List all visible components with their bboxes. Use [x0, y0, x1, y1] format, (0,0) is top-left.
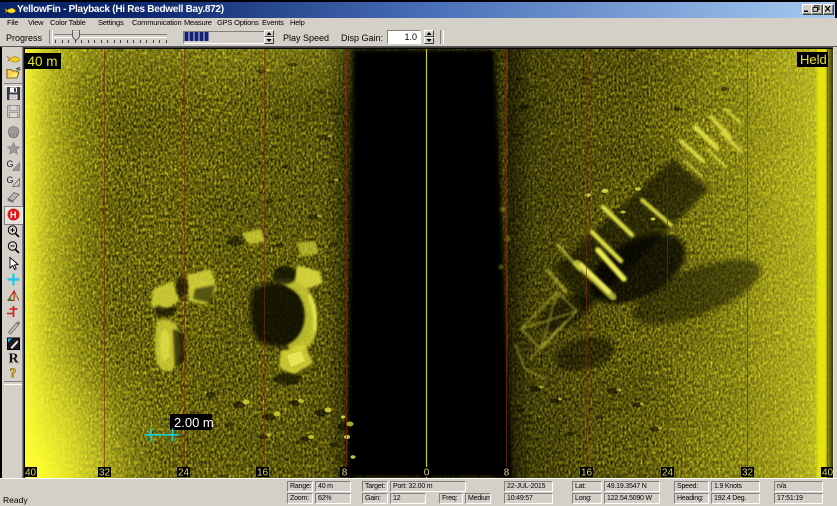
svg-text:0: 0 — [424, 468, 430, 479]
svg-text:G: G — [7, 159, 14, 169]
svg-text:40 m: 40 m — [28, 54, 58, 69]
svg-text:2.00 m: 2.00 m — [174, 415, 214, 430]
svg-text:Held: Held — [800, 52, 827, 67]
svg-text:16: 16 — [581, 468, 593, 479]
svg-text:8: 8 — [342, 468, 348, 479]
svg-text:G: G — [7, 175, 14, 185]
svg-text:16: 16 — [257, 468, 269, 479]
svg-text:32: 32 — [99, 468, 111, 479]
svg-text:40: 40 — [25, 468, 36, 479]
svg-text:?: ? — [10, 367, 17, 381]
svg-text:H: H — [10, 210, 17, 220]
svg-text:24: 24 — [662, 468, 674, 479]
svg-text:R: R — [9, 351, 20, 365]
svg-text:32: 32 — [742, 468, 754, 479]
svg-text:24: 24 — [178, 468, 190, 479]
svg-text:40: 40 — [822, 468, 833, 479]
svg-text:8: 8 — [504, 468, 510, 479]
